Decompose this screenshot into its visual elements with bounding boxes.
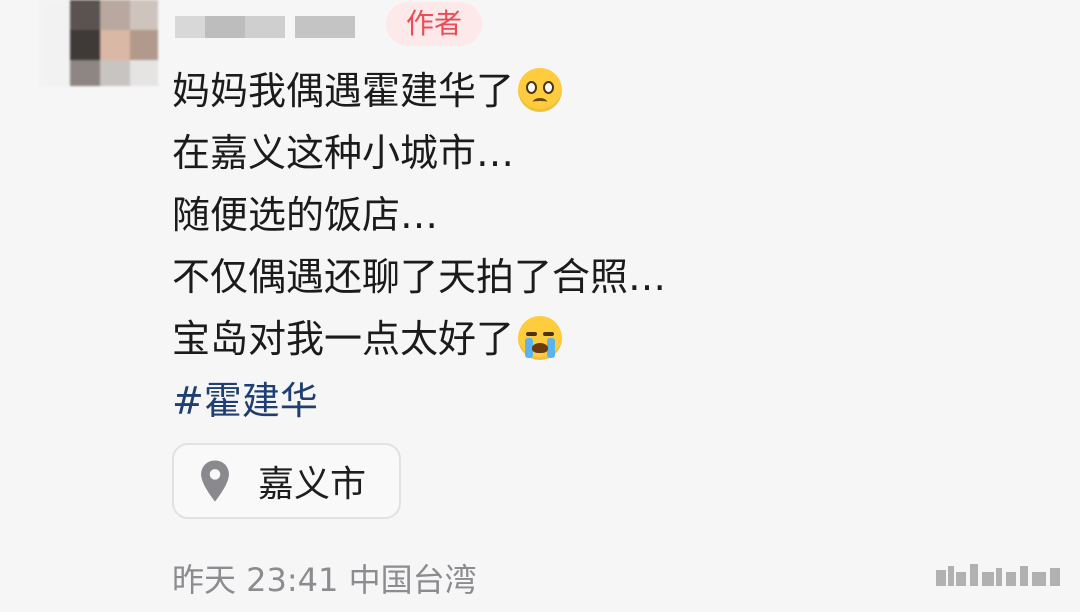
- hashtag-link[interactable]: #霍建华: [172, 379, 318, 423]
- post-line: 妈妈我偶遇霍建华了: [172, 60, 666, 122]
- post-line: 随便选的饭店…: [172, 184, 666, 246]
- post-line-text: 妈妈我偶遇霍建华了: [172, 69, 515, 113]
- post-line-text: 宝岛对我一点太好了: [172, 317, 515, 361]
- hashtag-line: #霍建华: [172, 370, 666, 432]
- location-tag[interactable]: 嘉义市: [172, 443, 401, 519]
- post-timestamp: 昨天 23:41 中国台湾: [172, 561, 477, 599]
- post-line: 在嘉义这种小城市…: [172, 122, 666, 184]
- watermark-icon: [936, 564, 1060, 586]
- post-line-text: 在嘉义这种小城市…: [172, 131, 515, 175]
- post-content: 妈妈我偶遇霍建华了 在嘉义这种小城市… 随便选的饭店… 不仅偶遇还聊了天拍了合照…: [172, 60, 666, 432]
- loudly-crying-face-icon: [518, 316, 563, 360]
- username-redacted[interactable]: [175, 8, 375, 38]
- post-line-text: 随便选的饭店…: [172, 193, 439, 237]
- location-label: 嘉义市: [258, 464, 367, 505]
- location-pin-icon: [201, 460, 229, 502]
- post-line: 不仅偶遇还聊了天拍了合照…: [172, 246, 666, 308]
- avatar[interactable]: [40, 0, 158, 86]
- pleading-face-icon: [518, 68, 563, 112]
- author-badge: 作者: [386, 2, 482, 46]
- post-line-text: 不仅偶遇还聊了天拍了合照…: [172, 255, 667, 299]
- post-line: 宝岛对我一点太好了: [172, 308, 666, 370]
